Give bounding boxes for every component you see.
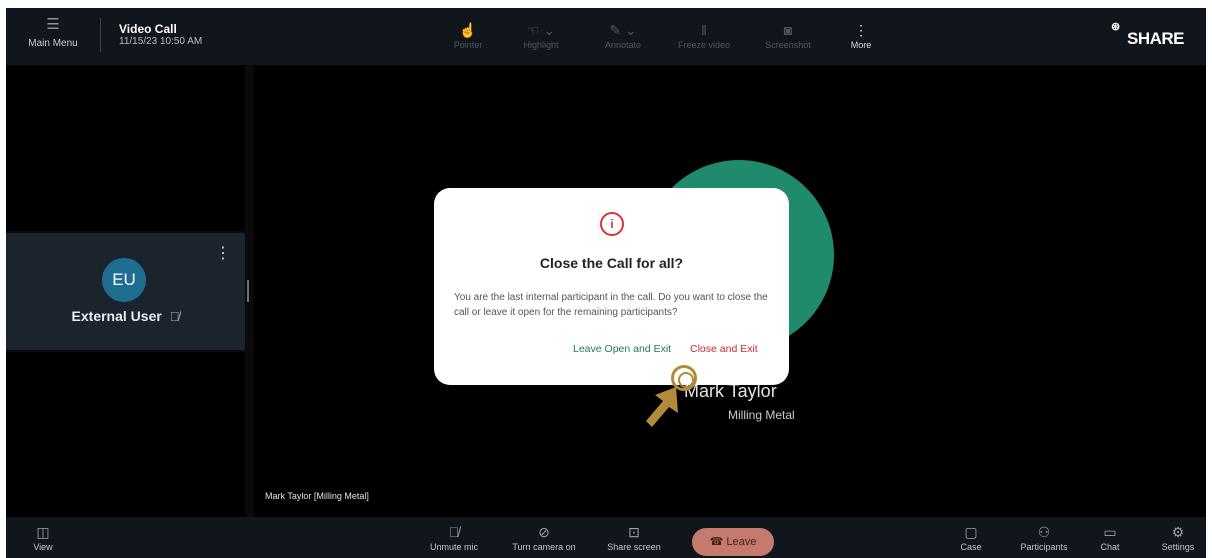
view-button[interactable]: ◫ View <box>26 522 60 552</box>
participants-label: Participants <box>1020 542 1068 552</box>
more-button[interactable]: ⋮ More <box>844 20 878 50</box>
participant-name-row: External User 🎙̸ <box>6 308 245 324</box>
more-vertical-icon: ⋮ <box>854 22 868 38</box>
video-caption: Mark Taylor [Milling Metal] <box>265 491 369 501</box>
main-menu-label: Main Menu <box>28 38 78 49</box>
participant-tile-empty-top <box>6 65 245 231</box>
turn-camera-on-label: Turn camera on <box>512 542 576 552</box>
participant-name: External User <box>71 308 162 324</box>
camera-off-icon: ⊘ <box>538 524 550 540</box>
pointer-label: Pointer <box>453 40 483 50</box>
folder-icon: ▢ <box>964 524 978 540</box>
call-datetime: 11/15/23 10:50 AM <box>119 36 203 47</box>
highlight-button[interactable]: ☜ ⌄ Highlight <box>516 20 566 50</box>
mic-off-icon: 🎙̸ <box>448 524 460 540</box>
panel-resize-handle[interactable] <box>247 280 249 302</box>
hang-up-icon: ☎ <box>709 536 724 548</box>
case-label: Case <box>960 542 982 552</box>
annotate-button[interactable]: ✎ ⌄ Annotate <box>598 20 648 50</box>
logo-text: SHARE <box>1126 29 1185 48</box>
mic-muted-icon: 🎙̸ <box>169 309 180 324</box>
highlight-icon: ☜ ⌄ <box>526 22 556 38</box>
pointer-icon: ☝ <box>459 22 477 38</box>
annotate-label: Annotate <box>604 40 642 50</box>
info-icon: i <box>600 212 624 236</box>
annotate-icon: ✎ ⌄ <box>609 22 637 38</box>
hamburger-icon: ☰ <box>46 16 60 33</box>
leave-label: Leave <box>726 536 757 548</box>
header-divider <box>100 18 101 52</box>
unmute-mic-label: Unmute mic <box>429 542 478 552</box>
view-label: View <box>33 542 53 552</box>
dialog-message: You are the last internal participant in… <box>454 292 768 318</box>
top-toolbar: ☰ Main Menu Video Call 11/15/23 10:50 AM… <box>6 8 1206 65</box>
pointer-button[interactable]: ☝ Pointer <box>443 20 493 50</box>
share-screen-button[interactable]: ⊡ Share screen <box>602 522 666 552</box>
video-call-window: ☰ Main Menu Video Call 11/15/23 10:50 AM… <box>6 8 1206 558</box>
participant-tile-external-user[interactable]: ⋮ EU External User 🎙̸ <box>6 233 245 350</box>
participants-button[interactable]: ⚇ Participants <box>1012 522 1076 552</box>
close-call-dialog: i Close the Call for all? You are the la… <box>434 188 789 385</box>
more-label: More <box>850 40 872 50</box>
bottom-toolbar: ◫ View 🎙̸ Unmute mic ⊘ Turn camera on ⊡ … <box>6 517 1206 558</box>
chat-button[interactable]: ▭ Chat <box>1095 522 1125 552</box>
leave-open-and-exit-button[interactable]: Leave Open and Exit <box>573 343 671 355</box>
main-menu-button[interactable]: ☰ Main Menu <box>18 16 88 60</box>
settings-label: Settings <box>1161 542 1195 552</box>
participants-icon: ⚇ <box>1037 524 1051 540</box>
screenshot-button[interactable]: ◙ Screenshot <box>760 20 816 50</box>
participant-tile-empty-bottom <box>6 352 245 517</box>
pause-icon: ‖ <box>701 22 707 38</box>
chat-label: Chat <box>1100 542 1120 552</box>
share-logo: ⊛ SHARE <box>1111 21 1185 49</box>
chat-icon: ▭ <box>1103 524 1117 540</box>
cursor-arrow-icon <box>646 387 678 427</box>
call-title: Video Call <box>119 22 177 36</box>
layout-icon: ◫ <box>36 524 50 540</box>
freeze-video-button[interactable]: ‖ Freeze video <box>674 20 734 50</box>
logo-mark-icon: ⊛ <box>1110 21 1120 33</box>
settings-button[interactable]: ⚙ Settings <box>1156 522 1200 552</box>
avatar: EU <box>102 258 146 302</box>
gear-icon: ⚙ <box>1171 524 1185 540</box>
highlight-label: Highlight <box>523 40 559 50</box>
leave-button[interactable]: ☎ Leave <box>692 528 774 556</box>
close-and-exit-button[interactable]: Close and Exit <box>690 343 758 355</box>
presenter-company: Milling Metal <box>728 408 795 422</box>
share-screen-label: Share screen <box>607 542 661 552</box>
turn-camera-on-button[interactable]: ⊘ Turn camera on <box>508 522 580 552</box>
share-screen-icon: ⊡ <box>628 524 640 540</box>
camera-icon: ◙ <box>783 22 793 38</box>
screenshot-label: Screenshot <box>765 40 811 50</box>
tile-options-icon[interactable]: ⋮ <box>215 243 231 263</box>
case-button[interactable]: ▢ Case <box>956 522 986 552</box>
freeze-video-label: Freeze video <box>677 40 731 50</box>
dialog-title: Close the Call for all? <box>539 255 684 271</box>
unmute-mic-button[interactable]: 🎙̸ Unmute mic <box>424 522 484 552</box>
